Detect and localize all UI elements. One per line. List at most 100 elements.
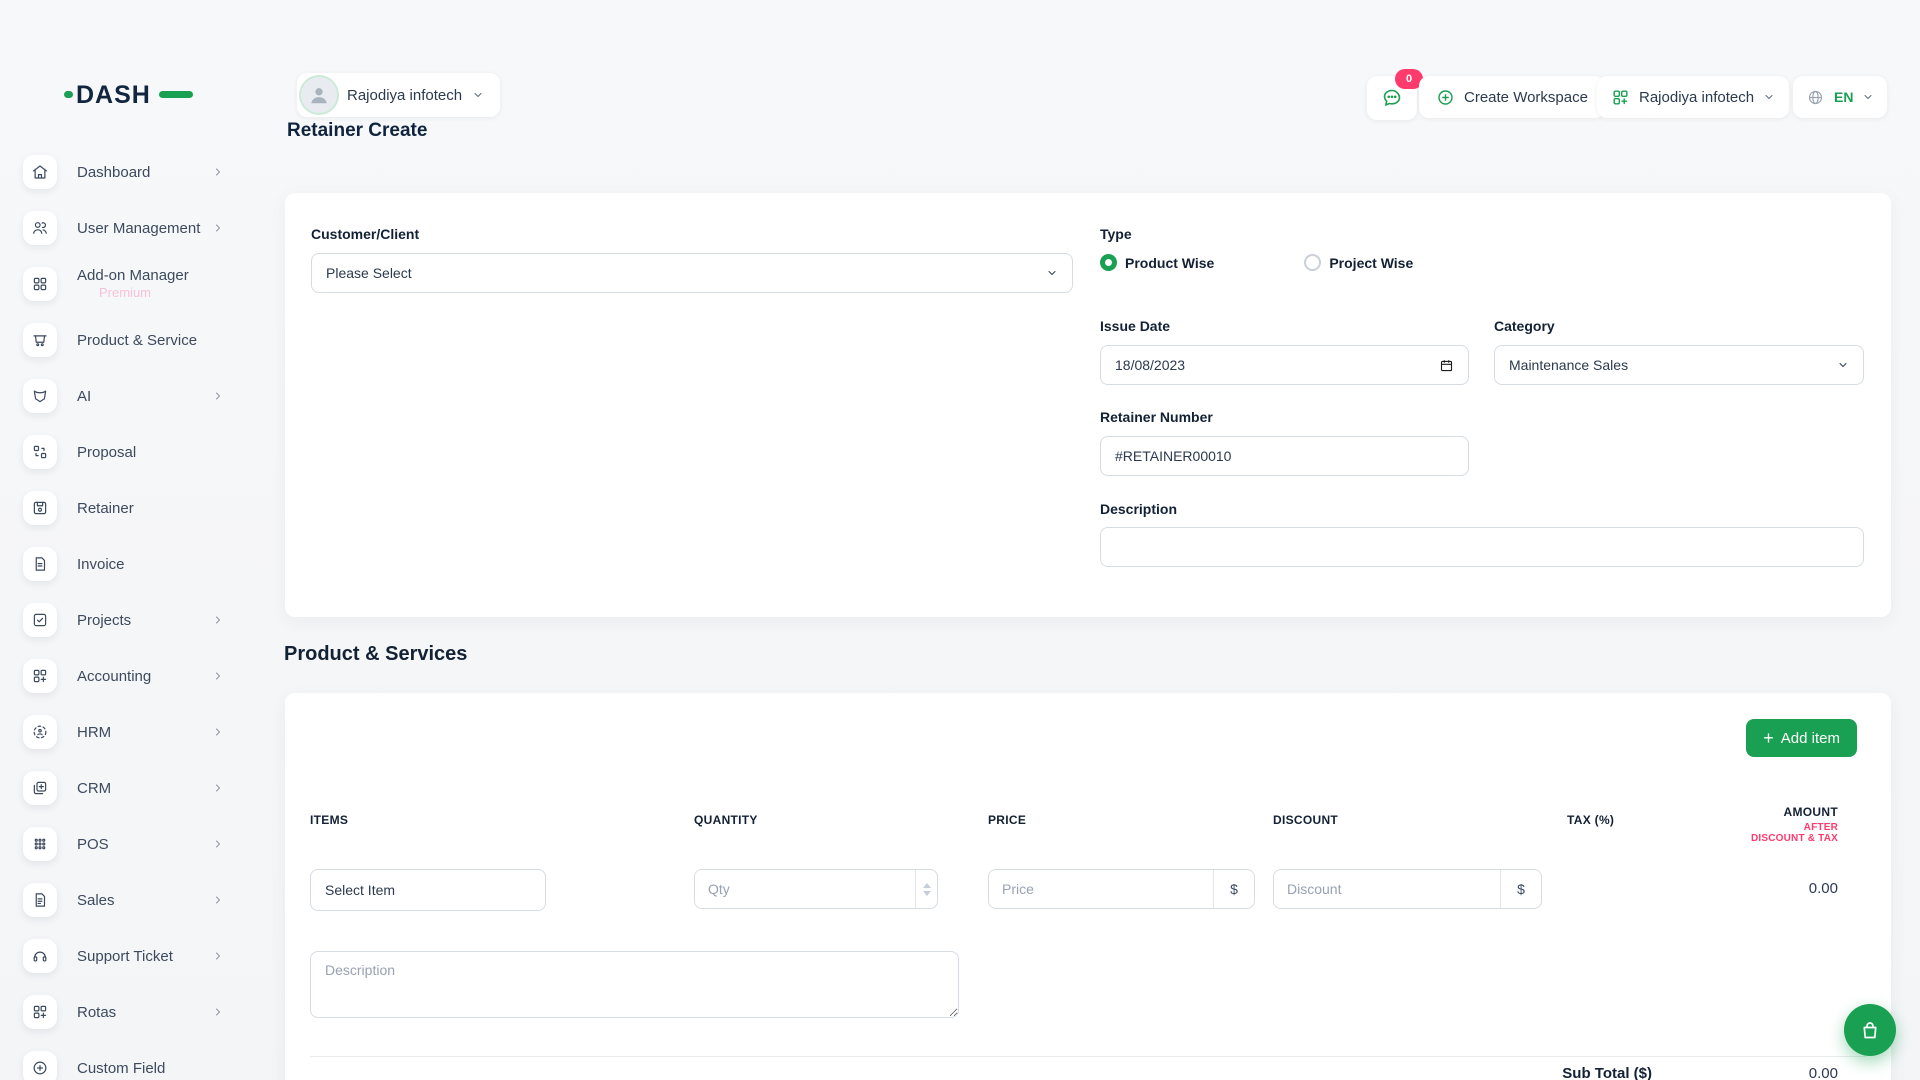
plus-icon: +	[1763, 728, 1774, 749]
dash-logo[interactable]: DASH	[64, 78, 194, 110]
chevron-right-icon	[212, 670, 224, 682]
sidebar-item-sales[interactable]: Sales	[0, 872, 250, 928]
item-description-textarea[interactable]	[310, 951, 959, 1018]
items-table-header: ITEMS QUANTITY PRICE DISCOUNT TAX (%) AM…	[310, 805, 1866, 844]
price-field: $	[988, 869, 1255, 909]
discount-input[interactable]	[1274, 870, 1500, 908]
radio-product-wise[interactable]: Product Wise	[1100, 254, 1214, 271]
retainer-number-input[interactable]	[1100, 436, 1469, 476]
col-tax: TAX (%)	[1567, 805, 1747, 844]
sidebar-item-accounting[interactable]: Accounting	[0, 648, 250, 704]
col-amount: AMOUNT AFTER DISCOUNT & TAX	[1747, 805, 1866, 844]
workspace-select-dropdown[interactable]: Rajodiya infotech	[1597, 76, 1789, 118]
sidebar-item-support-ticket[interactable]: Support Ticket	[0, 928, 250, 984]
currency-addon: $	[1500, 870, 1541, 908]
workspace-user-label: Rajodiya infotech	[347, 87, 462, 104]
currency-addon: $	[1213, 870, 1254, 908]
subtotal-value: 0.00	[1809, 1065, 1838, 1080]
row-amount-value: 0.00	[1747, 869, 1866, 909]
description-label: Description	[1100, 501, 1177, 517]
invoice-icon	[23, 547, 57, 581]
category-select[interactable]: Maintenance Sales	[1494, 345, 1864, 385]
grid-icon	[23, 267, 57, 301]
radio-unselected-icon	[1304, 254, 1321, 271]
chevron-right-icon	[212, 1006, 224, 1018]
products-card: + Add item ITEMS QUANTITY PRICE DISCOUNT…	[285, 693, 1891, 1080]
customer-select[interactable]: Please Select	[311, 253, 1073, 293]
amount-subnote: AFTER DISCOUNT & TAX	[1747, 822, 1838, 844]
grid-plus-icon	[23, 659, 57, 693]
sales-file-icon	[23, 883, 57, 917]
stepper-buttons[interactable]	[915, 870, 937, 908]
grid-plus-icon	[23, 995, 57, 1029]
radio-project-wise[interactable]: Project Wise	[1304, 254, 1413, 271]
chat-icon	[1380, 86, 1404, 110]
subtotal-label: Sub Total ($)	[1562, 1065, 1652, 1080]
dash-logo-icon: DASH	[64, 78, 194, 110]
sidebar-item-user-management[interactable]: User Management	[0, 200, 250, 256]
page-title: Retainer Create	[287, 120, 427, 142]
headphones-icon	[23, 939, 57, 973]
cart-icon	[23, 323, 57, 357]
workspace-user-dropdown[interactable]: Rajodiya infotech	[297, 73, 500, 117]
sidebar-item-crm[interactable]: CRM	[0, 760, 250, 816]
dots-grid-icon	[23, 827, 57, 861]
qty-input[interactable]	[695, 870, 915, 908]
chevron-right-icon	[212, 726, 224, 738]
sidebar-item-hrm[interactable]: HRM	[0, 704, 250, 760]
sidebar-item-retainer[interactable]: Retainer	[0, 480, 250, 536]
chevron-right-icon	[212, 390, 224, 402]
chevron-down-icon	[472, 89, 484, 101]
chevron-right-icon	[212, 614, 224, 626]
sidebar-item-proposal[interactable]: Proposal	[0, 424, 250, 480]
chevron-right-icon	[212, 166, 224, 178]
subtotal-divider	[310, 1056, 1866, 1057]
retainer-create-page: DASH Rajodiya infotech 0 Create Workspac…	[0, 0, 1920, 1080]
sidebar-item-rotas[interactable]: Rotas	[0, 984, 250, 1040]
sidebar: Dashboard User Management Add-on Manager…	[0, 144, 250, 1080]
language-dropdown[interactable]: EN	[1793, 76, 1887, 118]
svg-text:DASH: DASH	[76, 81, 151, 109]
language-label: EN	[1834, 89, 1853, 105]
calendar-icon	[1439, 358, 1454, 373]
users-icon	[23, 211, 57, 245]
sidebar-item-projects[interactable]: Projects	[0, 592, 250, 648]
issue-date-input[interactable]: 18/08/2023	[1100, 345, 1469, 385]
price-input[interactable]	[989, 870, 1213, 908]
chevron-right-icon	[212, 950, 224, 962]
sidebar-item-product-service[interactable]: Product & Service	[0, 312, 250, 368]
discount-field: $	[1273, 869, 1542, 909]
chevron-right-icon	[212, 222, 224, 234]
workspace-select-label: Rajodiya infotech	[1639, 89, 1754, 106]
messages-button[interactable]: 0	[1367, 76, 1417, 120]
select-item-dropdown[interactable]: Select Item	[310, 869, 546, 911]
sidebar-item-addon-manager[interactable]: Add-on Manager Premium	[0, 256, 250, 312]
check-square-icon	[23, 603, 57, 637]
col-quantity: QUANTITY	[694, 805, 988, 844]
sidebar-item-custom-field[interactable]: Custom Field	[0, 1040, 250, 1080]
sidebar-item-pos[interactable]: POS	[0, 816, 250, 872]
chevron-down-icon	[1046, 267, 1058, 279]
cart-fab-button[interactable]	[1844, 1004, 1896, 1056]
ai-icon	[23, 379, 57, 413]
retainer-form-card: Customer/Client Please Select Type Produ…	[285, 193, 1891, 617]
premium-tag: Premium	[77, 285, 189, 301]
sidebar-item-invoice[interactable]: Invoice	[0, 536, 250, 592]
subtotal-row: Sub Total ($) 0.00	[310, 1065, 1866, 1080]
create-workspace-button[interactable]: Create Workspace	[1419, 76, 1605, 118]
products-section-title: Product & Services	[284, 643, 467, 666]
chevron-right-icon	[212, 838, 224, 850]
sidebar-item-ai[interactable]: AI	[0, 368, 250, 424]
description-input[interactable]	[1100, 527, 1864, 567]
col-price: PRICE	[988, 805, 1273, 844]
issue-date-label: Issue Date	[1100, 318, 1170, 334]
chevron-down-icon	[1763, 91, 1775, 103]
chevron-right-icon	[212, 782, 224, 794]
plus-circle-icon	[1436, 88, 1455, 107]
save-icon	[23, 491, 57, 525]
create-workspace-label: Create Workspace	[1464, 89, 1588, 106]
chevron-down-icon	[1837, 359, 1849, 371]
add-item-button[interactable]: + Add item	[1746, 719, 1857, 757]
retainer-number-label: Retainer Number	[1100, 409, 1213, 425]
sidebar-item-dashboard[interactable]: Dashboard	[0, 144, 250, 200]
